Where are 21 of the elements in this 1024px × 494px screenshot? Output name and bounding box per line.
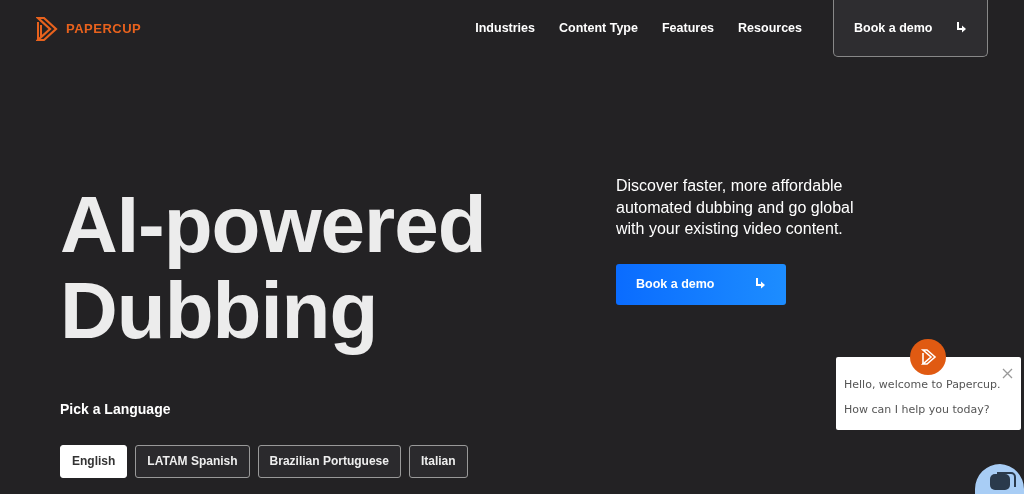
logo-icon — [36, 15, 58, 42]
chat-icon[interactable] — [975, 464, 1024, 494]
section-label: Pick a Language — [60, 399, 172, 419]
book-demo-button[interactable]: Book a demo — [616, 263, 786, 305]
arrow-icon — [755, 278, 766, 291]
book-demo-button[interactable]: Book a demo — [833, 0, 988, 57]
language-button[interactable]: Brazilian Portuguese — [257, 444, 401, 478]
nav-link[interactable]: Resources — [738, 19, 802, 38]
brand-name[interactable]: PAPERCUP — [66, 18, 142, 39]
nav-link[interactable]: Industries — [475, 19, 535, 38]
nav-link[interactable]: Features — [661, 19, 715, 38]
chat-message: Hello, welcome to Papercup. — [844, 377, 1002, 393]
arrow-icon — [956, 22, 967, 34]
language-button[interactable]: Italian — [408, 444, 468, 478]
hero-description: Discover faster, more affordable automated dubbing and go global with your existing video content. — [616, 176, 855, 240]
close-icon[interactable] — [1002, 368, 1013, 379]
language-button[interactable]: English — [60, 444, 128, 478]
hero-title: AI-powered Dubbing — [60, 182, 487, 355]
chat-message: How can I help you today? — [844, 401, 991, 418]
nav-link[interactable]: Content Type — [559, 19, 638, 38]
language-button[interactable]: LATAM Spanish — [135, 444, 250, 478]
